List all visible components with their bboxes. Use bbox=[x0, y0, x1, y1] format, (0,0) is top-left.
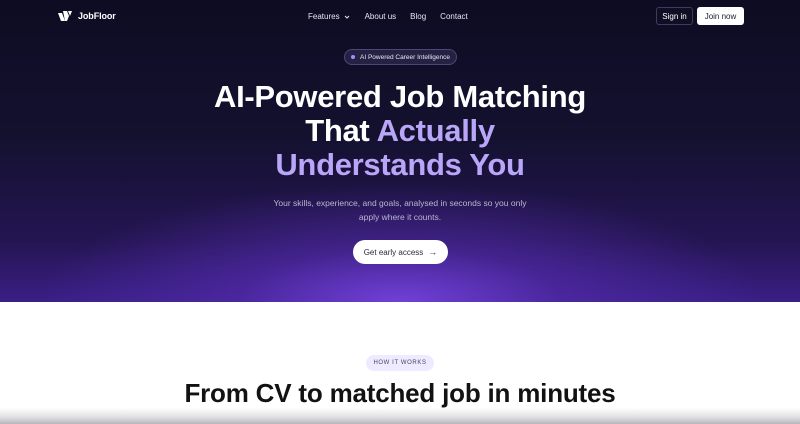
sign-in-button[interactable]: Sign in bbox=[656, 7, 693, 25]
brand-logo[interactable]: JobFloor bbox=[57, 10, 116, 22]
hero-badge: AI Powered Career Intelligence bbox=[344, 49, 457, 65]
nav-link-label: About us bbox=[364, 12, 397, 21]
bottom-fade bbox=[0, 408, 800, 424]
nav-link-features[interactable]: Features bbox=[308, 12, 351, 21]
nav-link-contact[interactable]: Contact bbox=[440, 12, 468, 21]
cta-label: Get early access bbox=[363, 247, 424, 257]
chevron-down-icon bbox=[344, 15, 349, 19]
headline-line-2-accent: Actually bbox=[376, 113, 496, 148]
headline-line-3-accent: Understands You bbox=[275, 147, 525, 182]
nav-link-label: Contact bbox=[440, 12, 468, 21]
headline-line-1: AI-Powered Job Matching bbox=[213, 79, 587, 114]
headline-line-2-plain: That bbox=[305, 113, 377, 148]
badge-label: AI Powered Career Intelligence bbox=[360, 53, 450, 61]
nav-link-label: Features bbox=[308, 12, 340, 21]
how-it-works-title: From CV to matched job in minutes bbox=[184, 378, 616, 408]
nav-links: Features About us Blog Contact bbox=[308, 12, 468, 21]
top-navigation: JobFloor Features About us Blog Contact … bbox=[0, 0, 800, 32]
badge-dot-icon bbox=[351, 55, 356, 59]
hero-headline: AI-Powered Job Matching That Actually Un… bbox=[0, 80, 800, 182]
hero-subtitle: Your skills, experience, and goals, anal… bbox=[273, 198, 527, 222]
arrow-right-icon: → bbox=[428, 247, 438, 257]
get-early-access-button[interactable]: Get early access → bbox=[353, 240, 448, 264]
nav-link-about-us[interactable]: About us bbox=[365, 12, 397, 21]
jobfloor-logo-icon bbox=[58, 11, 72, 21]
hero-section: JobFloor Features About us Blog Contact … bbox=[0, 0, 800, 302]
nav-link-label: Blog bbox=[410, 12, 427, 21]
how-it-works-pill: HOW IT WORKS bbox=[366, 355, 434, 371]
join-now-button[interactable]: Join now bbox=[697, 7, 744, 25]
brand-name: JobFloor bbox=[78, 11, 116, 21]
nav-link-blog[interactable]: Blog bbox=[410, 12, 426, 21]
